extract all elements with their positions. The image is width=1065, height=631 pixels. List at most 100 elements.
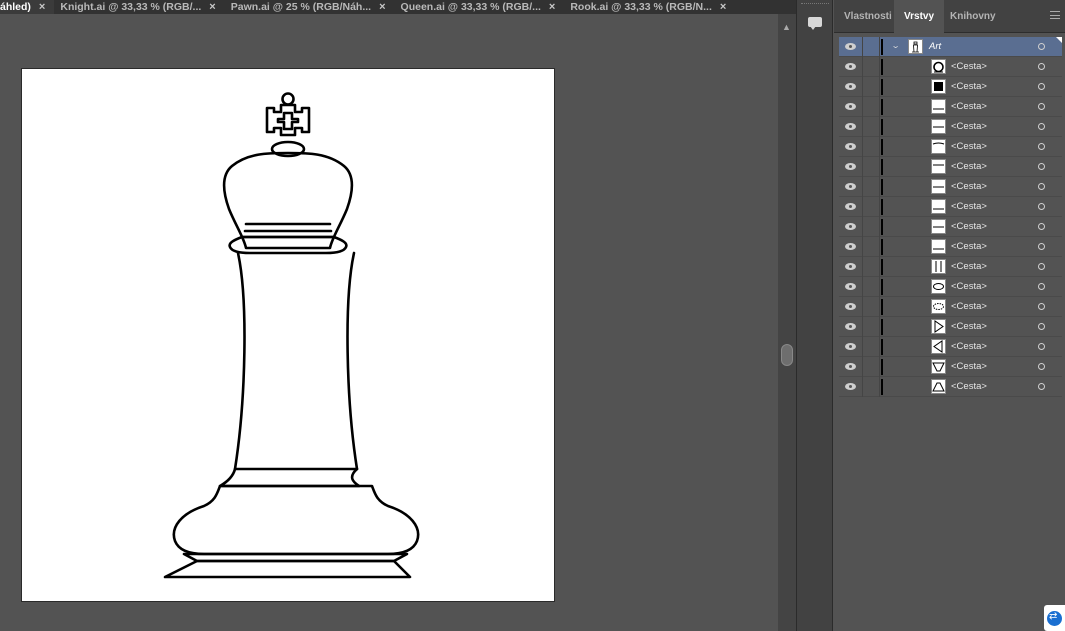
eye-icon[interactable] — [845, 243, 856, 250]
lock-toggle[interactable] — [862, 37, 880, 57]
path-row[interactable]: <Cesta> — [839, 277, 1062, 297]
scrollbar-thumb[interactable] — [781, 344, 793, 366]
path-row[interactable]: <Cesta> — [839, 197, 1062, 217]
path-name[interactable]: <Cesta> — [951, 301, 987, 312]
path-row[interactable]: <Cesta> — [839, 337, 1062, 357]
layer-name[interactable]: Art — [929, 41, 941, 52]
target-circle-icon[interactable] — [1038, 163, 1045, 170]
document-tab[interactable]: Rook.ai @ 33,33 % (RGB/N... × — [564, 0, 735, 14]
target-circle-icon[interactable] — [1038, 223, 1045, 230]
canvas-area[interactable] — [0, 14, 778, 631]
eye-icon[interactable] — [845, 83, 856, 90]
panel-grip[interactable] — [801, 3, 829, 7]
teamviewer-icon[interactable] — [1044, 605, 1065, 631]
eye-icon[interactable] — [845, 283, 856, 290]
eye-icon[interactable] — [845, 103, 856, 110]
path-row[interactable]: <Cesta> — [839, 377, 1062, 397]
target-circle-icon[interactable] — [1038, 243, 1045, 250]
tab-properties[interactable]: Vlastnosti — [844, 11, 892, 22]
target-circle-icon[interactable] — [1038, 123, 1045, 130]
lock-toggle[interactable] — [862, 137, 880, 157]
target-circle-icon[interactable] — [1038, 323, 1045, 330]
eye-icon[interactable] — [845, 323, 856, 330]
path-row[interactable]: <Cesta> — [839, 237, 1062, 257]
lock-toggle[interactable] — [862, 77, 880, 97]
path-name[interactable]: <Cesta> — [951, 121, 987, 132]
eye-icon[interactable] — [845, 123, 856, 130]
eye-icon[interactable] — [845, 143, 856, 150]
eye-icon[interactable] — [845, 43, 856, 50]
path-name[interactable]: <Cesta> — [951, 241, 987, 252]
document-tab[interactable]: Knight.ai @ 33,33 % (RGB/... × — [54, 0, 224, 14]
lock-toggle[interactable] — [862, 217, 880, 237]
path-row[interactable]: <Cesta> — [839, 137, 1062, 157]
lock-toggle[interactable] — [862, 337, 880, 357]
path-name[interactable]: <Cesta> — [951, 141, 987, 152]
path-row[interactable]: <Cesta> — [839, 177, 1062, 197]
hamburger-menu-icon[interactable] — [1050, 11, 1060, 19]
path-name[interactable]: <Cesta> — [951, 341, 987, 352]
target-circle-icon[interactable] — [1038, 183, 1045, 190]
eye-icon[interactable] — [845, 63, 856, 70]
eye-icon[interactable] — [845, 223, 856, 230]
close-icon[interactable]: × — [379, 1, 385, 13]
path-name[interactable]: <Cesta> — [951, 321, 987, 332]
target-circle-icon[interactable] — [1038, 103, 1045, 110]
eye-icon[interactable] — [845, 343, 856, 350]
eye-icon[interactable] — [845, 263, 856, 270]
lock-toggle[interactable] — [862, 97, 880, 117]
path-row[interactable]: <Cesta> — [839, 77, 1062, 97]
path-row[interactable]: <Cesta> — [839, 117, 1062, 137]
path-row[interactable]: <Cesta> — [839, 297, 1062, 317]
path-name[interactable]: <Cesta> — [951, 181, 987, 192]
path-name[interactable]: <Cesta> — [951, 281, 987, 292]
path-row[interactable]: <Cesta> — [839, 217, 1062, 237]
path-name[interactable]: <Cesta> — [951, 161, 987, 172]
path-row[interactable]: <Cesta> — [839, 57, 1062, 77]
lock-toggle[interactable] — [862, 317, 880, 337]
tab-libraries[interactable]: Knihovny — [950, 11, 996, 22]
lock-toggle[interactable] — [862, 197, 880, 217]
eye-icon[interactable] — [845, 203, 856, 210]
target-circle-icon[interactable] — [1038, 363, 1045, 370]
target-circle-icon[interactable] — [1038, 203, 1045, 210]
lock-toggle[interactable] — [862, 117, 880, 137]
tab-layers[interactable]: Vrstvy — [904, 11, 934, 22]
target-circle-icon[interactable] — [1038, 283, 1045, 290]
lock-toggle[interactable] — [862, 177, 880, 197]
path-name[interactable]: <Cesta> — [951, 81, 987, 92]
target-circle-icon[interactable] — [1038, 63, 1045, 70]
close-icon[interactable]: × — [39, 1, 45, 13]
eye-icon[interactable] — [845, 163, 856, 170]
lock-toggle[interactable] — [862, 157, 880, 177]
vertical-scrollbar[interactable]: ▲ — [778, 14, 796, 631]
target-circle-icon[interactable] — [1038, 263, 1045, 270]
eye-icon[interactable] — [845, 183, 856, 190]
path-row[interactable]: <Cesta> — [839, 97, 1062, 117]
target-circle-icon[interactable] — [1038, 343, 1045, 350]
lock-toggle[interactable] — [862, 237, 880, 257]
eye-icon[interactable] — [845, 363, 856, 370]
lock-toggle[interactable] — [862, 377, 880, 397]
target-circle-icon[interactable] — [1038, 383, 1045, 390]
path-name[interactable]: <Cesta> — [951, 381, 987, 392]
path-name[interactable]: <Cesta> — [951, 361, 987, 372]
target-circle-icon[interactable] — [1038, 303, 1045, 310]
path-name[interactable]: <Cesta> — [951, 201, 987, 212]
target-circle-icon[interactable] — [1038, 43, 1045, 50]
path-name[interactable]: <Cesta> — [951, 221, 987, 232]
layer-row-art[interactable]: ⌄ Art — [839, 37, 1062, 57]
lock-toggle[interactable] — [862, 297, 880, 317]
eye-icon[interactable] — [845, 303, 856, 310]
document-tab[interactable]: Queen.ai @ 33,33 % (RGB/... × — [395, 0, 565, 14]
target-circle-icon[interactable] — [1038, 143, 1045, 150]
lock-toggle[interactable] — [862, 277, 880, 297]
comment-icon[interactable] — [805, 14, 825, 32]
path-row[interactable]: <Cesta> — [839, 317, 1062, 337]
path-name[interactable]: <Cesta> — [951, 101, 987, 112]
document-tab[interactable]: Pawn.ai @ 25 % (RGB/Náh... × — [225, 0, 395, 14]
path-row[interactable]: <Cesta> — [839, 357, 1062, 377]
path-name[interactable]: <Cesta> — [951, 261, 987, 272]
document-tab[interactable]: áhled) × — [0, 0, 55, 14]
scroll-up-arrow-icon[interactable]: ▲ — [782, 22, 791, 32]
